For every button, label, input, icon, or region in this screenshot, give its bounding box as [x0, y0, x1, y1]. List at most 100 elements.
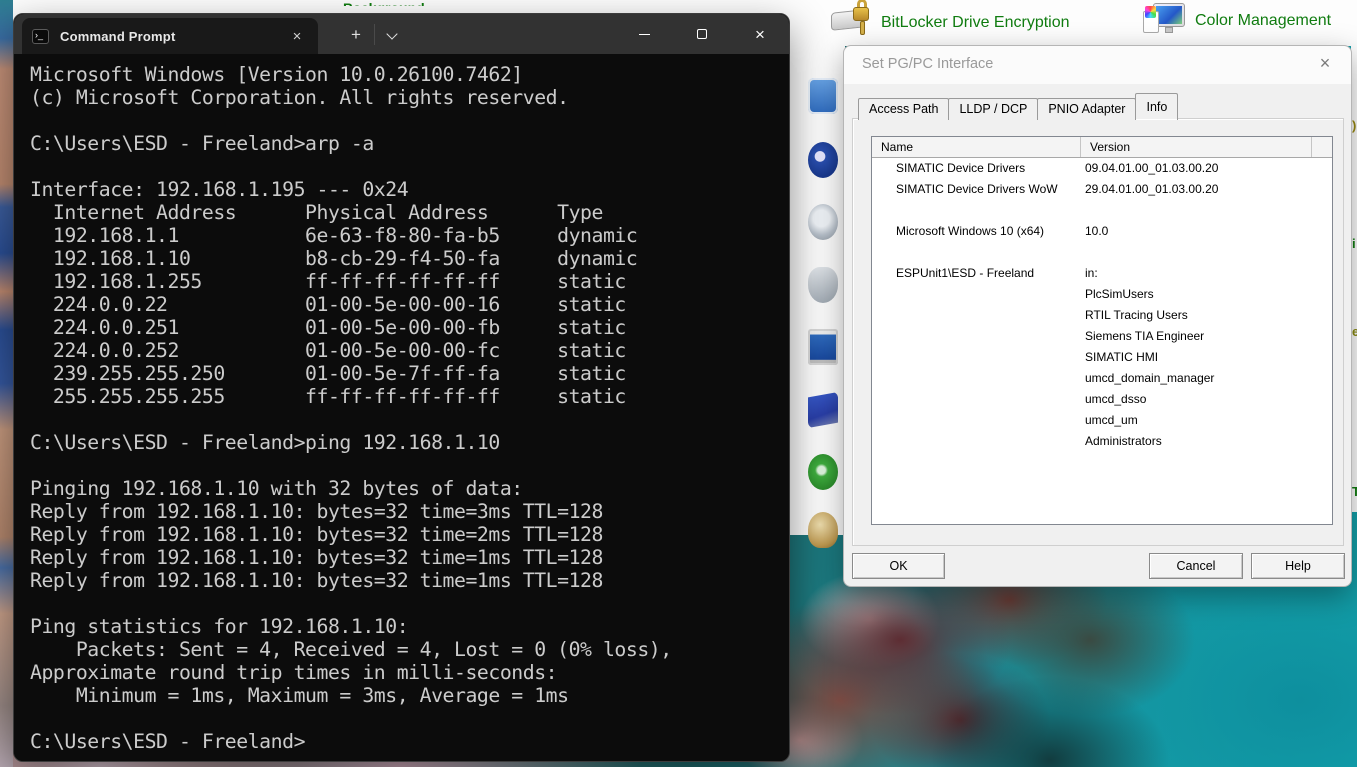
- minimize-icon: [638, 33, 650, 35]
- cut-text-fragment: ): [1352, 118, 1357, 133]
- column-header-name[interactable]: Name: [872, 137, 1081, 157]
- cell-version: in:: [1085, 266, 1098, 280]
- list-row[interactable]: [872, 200, 1332, 221]
- cut-text-fragment: Background: [343, 0, 473, 6]
- cell-name: SIMATIC Device Drivers WoW: [896, 182, 1058, 196]
- partial-icon-4: [808, 267, 838, 303]
- list-header: Name Version: [872, 137, 1332, 158]
- cell-version: Administrators: [1085, 434, 1162, 448]
- color-management-label[interactable]: Color Management: [1195, 12, 1331, 30]
- list-row[interactable]: RTIL Tracing Users: [872, 305, 1332, 326]
- cell-name: SIMATIC Device Drivers: [896, 161, 1026, 175]
- cell-name: [872, 305, 1081, 326]
- tab-pnio-adapter[interactable]: PNIO Adapter: [1037, 98, 1137, 120]
- list-row[interactable]: Administrators: [872, 431, 1332, 452]
- cell-name: [872, 368, 1081, 389]
- list-row[interactable]: SIMATIC Device Drivers WoW 29.04.01.00_01…: [872, 179, 1332, 200]
- terminal-tab-command-prompt[interactable]: Command Prompt ×: [22, 18, 318, 54]
- list-row[interactable]: PlcSimUsers: [872, 284, 1332, 305]
- desktop-icons-sliver: [0, 0, 13, 767]
- close-icon: ×: [755, 24, 765, 44]
- partial-icon-6: [808, 392, 838, 428]
- cell-version: umcd_domain_manager: [1085, 371, 1215, 385]
- list-row[interactable]: ESPUnit1\ESD - Freeland in:: [872, 263, 1332, 284]
- list-row[interactable]: Microsoft Windows 10 (x64) 10.0: [872, 221, 1332, 242]
- terminal-output: Microsoft Windows [Version 10.0.26100.74…: [30, 63, 672, 753]
- dialog-title: Set PG/PC Interface: [862, 56, 994, 72]
- terminal-content-area[interactable]: Microsoft Windows [Version 10.0.26100.74…: [14, 54, 789, 761]
- tab-close-icon[interactable]: ×: [286, 28, 308, 45]
- cell-version: Siemens TIA Engineer: [1085, 329, 1205, 343]
- cancel-button[interactable]: Cancel: [1149, 553, 1243, 579]
- control-panel-item-color-management[interactable]: Color Management: [1143, 3, 1331, 39]
- minimize-button[interactable]: [615, 14, 673, 54]
- cell-name: [872, 326, 1081, 347]
- cell-version: PlcSimUsers: [1085, 287, 1154, 301]
- cell-version: [1081, 200, 1332, 221]
- cell-version: SIMATIC HMI: [1085, 350, 1159, 364]
- column-header-version[interactable]: Version: [1081, 137, 1312, 157]
- tab-dropdown-chevron-icon[interactable]: [382, 26, 404, 44]
- partial-icon-2: [808, 142, 838, 178]
- cell-name: ESPUnit1\ESD - Freeland: [896, 266, 1035, 280]
- screen: Background BitLocker Drive Encryption Co…: [0, 0, 1357, 767]
- cell-version: 09.04.01.00_01.03.00.20: [1085, 161, 1219, 175]
- list-row[interactable]: [872, 242, 1332, 263]
- cell-version: umcd_um: [1085, 413, 1138, 427]
- info-list-rows: SIMATIC Device Drivers 09.04.01.00_01.03.…: [872, 158, 1332, 452]
- cell-name: [872, 242, 1081, 263]
- dialog-titlebar[interactable]: Set PG/PC Interface ×: [844, 46, 1351, 84]
- control-panel-item-bitlocker[interactable]: BitLocker Drive Encryption: [831, 0, 1070, 41]
- bitlocker-icon: [831, 0, 871, 41]
- tab-access-path[interactable]: Access Path: [858, 98, 950, 120]
- list-row[interactable]: umcd_um: [872, 410, 1332, 431]
- terminal-tab-title: Command Prompt: [60, 28, 176, 44]
- partial-icon-5: [808, 329, 838, 365]
- list-row[interactable]: umcd_domain_manager: [872, 368, 1332, 389]
- tab-info[interactable]: Info: [1135, 93, 1179, 120]
- info-listbox[interactable]: Name Version SIMATIC Device Drivers 09.04…: [871, 136, 1333, 525]
- ok-button[interactable]: OK: [852, 553, 945, 579]
- set-pgpc-interface-dialog: Set PG/PC Interface × Access Path LLDP / …: [843, 45, 1352, 587]
- cell-name: [872, 200, 1081, 221]
- partial-icon-3: [808, 204, 838, 240]
- bitlocker-label[interactable]: BitLocker Drive Encryption: [881, 14, 1070, 32]
- cell-version: RTIL Tracing Users: [1085, 308, 1188, 322]
- cell-version: 10.0: [1085, 224, 1109, 238]
- cell-name: [872, 389, 1081, 410]
- maximize-button[interactable]: [673, 14, 731, 54]
- list-row[interactable]: Siemens TIA Engineer: [872, 326, 1332, 347]
- maximize-icon: [697, 29, 707, 39]
- cell-name: [872, 431, 1081, 452]
- list-row[interactable]: SIMATIC HMI: [872, 347, 1332, 368]
- cut-text-fragment: e: [1352, 324, 1357, 339]
- list-row[interactable]: umcd_dsso: [872, 389, 1332, 410]
- cell-version: 29.04.01.00_01.03.00.20: [1085, 182, 1219, 196]
- color-management-icon: [1143, 3, 1185, 39]
- terminal-titlebar[interactable]: Command Prompt × + ×: [14, 14, 789, 54]
- dialog-tabs: Access Path LLDP / DCP PNIO Adapter Info: [858, 93, 1179, 120]
- divider: [374, 24, 375, 45]
- partial-icon-7: [808, 454, 838, 490]
- cell-version: [1081, 242, 1332, 263]
- help-button[interactable]: Help: [1251, 553, 1345, 579]
- window-controls: ×: [615, 14, 789, 54]
- cell-name: Microsoft Windows 10 (x64): [896, 224, 1045, 238]
- list-row[interactable]: SIMATIC Device Drivers 09.04.01.00_01.03.…: [872, 158, 1332, 179]
- dialog-close-icon[interactable]: ×: [1313, 53, 1337, 74]
- cut-text-fragment: Te: [1352, 484, 1357, 499]
- terminal-window: Command Prompt × + × Microsoft Windows […: [13, 13, 790, 762]
- cell-name: [872, 347, 1081, 368]
- cell-version: umcd_dsso: [1085, 392, 1147, 406]
- partial-icon-1: [808, 78, 838, 114]
- close-button[interactable]: ×: [731, 14, 789, 54]
- tab-lldp-dcp[interactable]: LLDP / DCP: [948, 98, 1039, 120]
- partial-icon-8: [808, 512, 838, 548]
- cut-text-fragment: i: [1352, 236, 1356, 251]
- new-tab-button[interactable]: +: [341, 22, 371, 48]
- column-header-filler: [1312, 137, 1332, 157]
- info-tab-panel: Name Version SIMATIC Device Drivers 09.04…: [852, 118, 1344, 546]
- cell-name: [872, 410, 1081, 431]
- cmd-icon: [32, 28, 49, 44]
- cell-name: [872, 284, 1081, 305]
